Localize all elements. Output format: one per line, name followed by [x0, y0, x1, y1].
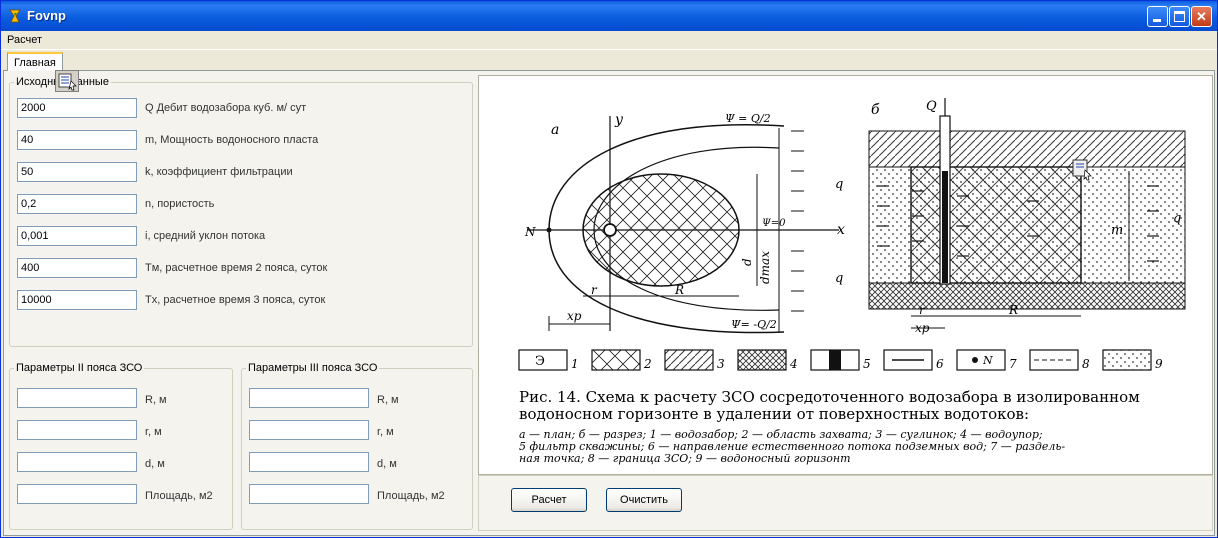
zone3-field-label-1: r, м: [377, 426, 394, 438]
well-filter: [942, 171, 948, 283]
flow-arrows-plan: [791, 130, 804, 312]
source-field-label-5: Tм, расчетное время 2 пояса, суток: [145, 262, 328, 274]
source-field-1[interactable]: [17, 130, 137, 150]
aquitard-layer: [868, 282, 1186, 310]
figure-legend: Э 1 2 3 4 5 6 N 7 8 9: [518, 349, 1163, 371]
legend-swatch-3: [664, 349, 714, 371]
q-label-section: q: [1173, 211, 1181, 226]
legend-number-9: 9: [1155, 357, 1163, 371]
legend-number-1: 1: [571, 357, 579, 371]
r-label-plan: r: [591, 283, 598, 297]
zone3-field-1[interactable]: [249, 420, 369, 440]
clear-button[interactable]: Очистить: [606, 488, 682, 512]
zone2-field-1[interactable]: [17, 420, 137, 440]
legend-n-label: N: [982, 354, 993, 367]
source-field-4[interactable]: [17, 226, 137, 246]
close-icon: ✕: [1196, 9, 1207, 24]
psi-zero-label: Ψ=0: [762, 218, 786, 229]
legend-swatch-2: [591, 349, 641, 371]
fig-label-a: а: [551, 122, 559, 138]
zone3-field-3[interactable]: [249, 484, 369, 504]
scheme-figure: а y x N Ψ = Q/2 Ψ= -Q/2 Ψ=0 dmax d q q x…: [518, 98, 1186, 465]
zone3-field-2[interactable]: [249, 452, 369, 472]
source-field-3[interactable]: [17, 194, 137, 214]
section-zone: [910, 166, 1082, 284]
minimize-icon: [1153, 19, 1161, 22]
legend-number-2: 2: [643, 357, 652, 371]
fig-label-y: y: [614, 112, 624, 128]
q-label-plan-bottom: q: [835, 271, 843, 286]
legend-swatch-9: [1102, 349, 1152, 371]
source-field-6[interactable]: [17, 290, 137, 310]
button-bar: [478, 475, 1213, 531]
legend-number-5: 5: [863, 357, 871, 371]
zone2-field-3[interactable]: [17, 484, 137, 504]
well-symbol: [603, 223, 617, 237]
zone2-field-2[interactable]: [17, 452, 137, 472]
drag-icon[interactable]: [55, 70, 79, 92]
window-title: Fovnp: [27, 8, 66, 23]
source-field-label-3: n, пористость: [145, 198, 215, 210]
minimize-button[interactable]: [1147, 6, 1168, 27]
zone2-field-label-0: R, м: [145, 394, 167, 406]
app-icon: [9, 9, 21, 23]
q-label-plan-top: q: [835, 177, 843, 192]
d-label: d: [740, 258, 754, 266]
xp-label: xp: [567, 309, 582, 323]
zone2-legend: Параметры II пояса ЗСО: [16, 362, 143, 374]
zone2-field-label-1: r, м: [145, 426, 162, 438]
source-field-label-2: k, коэффициент фильтрации: [145, 166, 293, 178]
maximize-icon: [1174, 11, 1185, 22]
R-label-section: R: [1008, 303, 1018, 317]
legend-e-label: Э: [535, 354, 545, 369]
caption-title-1: Рис. 14. Схема к расчету ЗСО сосредоточе…: [519, 388, 1140, 406]
zone3-field-label-0: R, м: [377, 394, 399, 406]
zone3-field-0[interactable]: [249, 388, 369, 408]
legend-number-4: 4: [789, 357, 798, 371]
legend-number-3: 3: [717, 357, 725, 371]
source-field-label-6: Tx, расчетное время 3 пояса, суток: [145, 294, 326, 306]
fig-label-x: x: [837, 222, 845, 238]
m-label: m: [1111, 223, 1123, 238]
xp-label-section: xp: [915, 321, 930, 335]
loam-layer: [868, 130, 1186, 168]
title-bar[interactable]: Fovnp ✕: [1, 1, 1217, 31]
caption-line-3: ная точка; 8 — граница ЗСО; 9 — водоносн…: [519, 452, 851, 465]
close-button[interactable]: ✕: [1191, 6, 1212, 27]
legend-number-8: 8: [1082, 357, 1090, 371]
fig-label-b: б: [871, 102, 880, 118]
legend-number-7: 7: [1009, 357, 1017, 371]
Q-label-section: Q: [926, 99, 937, 114]
caption-title-2: водоносном горизонте в удалении от повер…: [519, 405, 1029, 423]
tab-main[interactable]: Главная: [7, 52, 63, 71]
zone2-field-0[interactable]: [17, 388, 137, 408]
fig-label-n: N: [524, 225, 536, 239]
legend-number-6: 6: [936, 357, 944, 371]
zone3-legend: Параметры III пояса ЗСО: [248, 362, 378, 374]
zone2-field-label-3: Площадь, м2: [145, 490, 213, 502]
menu-bar: Расчет: [1, 31, 1217, 49]
scheme-image-panel: а y x N Ψ = Q/2 Ψ= -Q/2 Ψ=0 dmax d q q x…: [478, 75, 1213, 475]
psi-top-label: Ψ = Q/2: [725, 112, 771, 125]
psi-bottom-label: Ψ= -Q/2: [731, 318, 777, 331]
maximize-button[interactable]: [1169, 6, 1190, 27]
calc-button[interactable]: Расчет: [511, 488, 587, 512]
source-field-2[interactable]: [17, 162, 137, 182]
source-field-0[interactable]: [17, 98, 137, 118]
zone2-field-label-2: d, м: [145, 458, 165, 470]
source-field-label-1: m, Мощность водоносного пласта: [145, 134, 319, 146]
legend-swatch-4: [737, 349, 787, 371]
menu-item-calc[interactable]: Расчет: [7, 34, 42, 46]
R-label-plan: R: [674, 283, 684, 297]
source-field-label-0: Q Дебит водозабора куб. м/ сут: [145, 102, 307, 114]
zone3-field-label-3: Площадь, м2: [377, 490, 445, 502]
legend-swatch-7: [956, 349, 1006, 371]
source-field-label-4: i, средний уклон потока: [145, 230, 266, 242]
dmax-label: dmax: [758, 251, 772, 284]
menu-separator: [1, 49, 1217, 50]
zone3-field-label-2: d, м: [377, 458, 397, 470]
source-field-5[interactable]: [17, 258, 137, 278]
main-window: Fovnp ✕ Расчет Главная Исходные данные Q…: [0, 0, 1218, 538]
